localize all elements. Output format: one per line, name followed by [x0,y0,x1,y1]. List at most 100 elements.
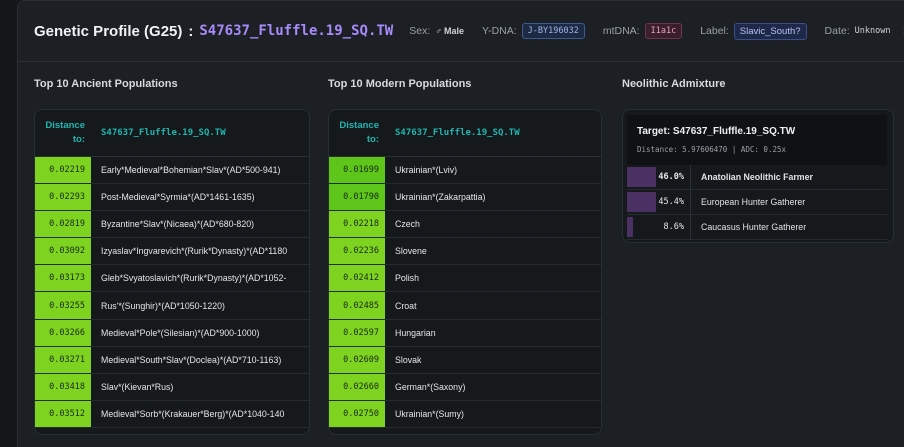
ancient-table-header: Distance to: S47637_Fluffle.19_SQ.TW [35,110,309,157]
sex-value: Male [444,26,465,36]
ancient-table: Distance to: S47637_Fluffle.19_SQ.TW 0.0… [34,109,310,435]
modern-table: Distance to: S47637_Fluffle.19_SQ.TW 0.0… [328,109,602,435]
male-icon: ♂ [435,26,443,36]
admixture-bar [627,192,657,212]
ydna-badge: J-BY196032 [521,23,585,39]
table-row: 0.01790 Ukrainian*(Zakarpattia) [329,184,601,212]
admixture-bar [627,217,633,237]
admixture-population: Anatolian Neolithic Farmer [701,172,813,182]
population-name: Izyaslav*Ingvarevich*(Rurik*Dynasty)*(AD… [101,246,288,257]
population-name: Slovak [395,354,422,365]
distance-cell: 0.02412 [329,265,385,292]
population-name: Hungarian [395,327,436,338]
ancient-rows: 0.02219 Early*Medieval*Bohemian*Slav*(AD*… [35,157,309,428]
admixture-row: 45.4% European Hunter Gatherer [627,190,887,215]
distance-cell: 0.02609 [329,346,385,373]
admixture-bar-cell: 45.4% [627,190,691,214]
table-row: 0.02485 Croat [329,292,601,320]
population-name: Gleb*Svyatoslavich*(Rurik*Dynasty)*(AD*1… [101,273,287,284]
table-row: 0.02236 Slovene [329,238,601,266]
population-name: Rus'*(Sunghir)*(AD*1050-1220) [101,300,225,311]
label-label: Label: [700,25,729,37]
distance-header: Distance to: [45,120,85,145]
distance-cell: 0.01790 [329,184,385,211]
population-name: Byzantine*Slav*(Nicaea)*(AD*680-820) [101,219,255,230]
sample-header: S47637_Fluffle.19_SQ.TW [395,128,520,138]
admixture-distance: Distance: 5.97606470 | ADC: 0.25x [637,145,787,154]
table-row: 0.03266 Medieval*Pole*(Silesian)*(AD*900-… [35,319,309,347]
genetic-profile-modal: Genetic Profile (G25) : S47637_Fluffle.1… [17,0,904,447]
modal-header: Genetic Profile (G25) : S47637_Fluffle.1… [18,1,904,62]
admixture-row: 46.0% Anatolian Neolithic Farmer [627,165,887,190]
date-label: Date: [824,25,850,37]
admixture-percent: 45.4% [658,197,684,207]
population-name: Czech [395,219,420,230]
admixture-percent: 8.6% [663,222,684,232]
population-name: Slovene [395,246,427,257]
table-row: 0.01699 Ukrainian*(Lviv) [329,157,601,185]
table-row: 0.02750 Ukrainian*(Sumy) [329,400,601,428]
population-name: Medieval*Pole*(Silesian)*(AD*900-1000) [101,327,260,338]
population-name: Medieval*Sorb*(Krakauer*Berg)*(AD*1040-1… [101,408,285,419]
population-name: Ukrainian*(Zakarpattia) [395,192,486,203]
distance-cell: 0.03255 [35,292,91,319]
sample-header: S47637_Fluffle.19_SQ.TW [101,128,226,138]
population-name: Post-Medieval*Syrmia*(AD*1461-1635) [101,192,255,203]
distance-cell: 0.03271 [35,346,91,373]
sample-name: S47637_Fluffle.19_SQ.TW [199,23,394,39]
distance-cell: 0.02660 [329,373,385,400]
population-name: Polish [395,273,419,284]
table-row: 0.02819 Byzantine*Slav*(Nicaea)*(AD*680-8… [35,211,309,239]
distance-cell: 0.03512 [35,400,91,427]
population-name: Ukrainian*(Lviv) [395,165,458,176]
label-badge: Slavic_South? [733,22,807,40]
admixture-population: Caucasus Hunter Gatherer [701,222,807,232]
ancient-section-title: Top 10 Ancient Populations [34,78,178,90]
distance-cell: 0.02219 [35,157,91,184]
date-value: Unknown [854,26,891,36]
distance-cell: 0.03092 [35,238,91,265]
table-row: 0.03255 Rus'*(Sunghir)*(AD*1050-1220) [35,292,309,320]
table-row: 0.02660 German*(Saxony) [329,373,601,401]
table-row: 0.03092 Izyaslav*Ingvarevich*(Rurik*Dynas… [35,238,309,266]
table-row: 0.02609 Slovak [329,346,601,374]
title-colon: : [188,22,194,40]
table-row: 0.02597 Hungarian [329,319,601,347]
table-row: 0.02412 Polish [329,265,601,293]
admixture-rows: 46.0% Anatolian Neolithic Farmer 45.4% Euro… [623,165,893,240]
admixture-target: Target: S47637_Fluffle.19_SQ.TW [637,126,796,137]
table-row: 0.02219 Early*Medieval*Bohemian*Slav*(AD*… [35,157,309,185]
admixture-row: 8.6% Caucasus Hunter Gatherer [627,215,887,240]
distance-cell: 0.02293 [35,184,91,211]
population-name: German*(Saxony) [395,381,466,392]
admixture-bar-cell: 8.6% [627,215,691,239]
distance-header: Distance to: [339,120,379,145]
distance-cell: 0.02750 [329,400,385,427]
distance-cell: 0.02485 [329,292,385,319]
mtdna-badge: I1a1c [644,23,683,39]
table-row: 0.03173 Gleb*Svyatoslavich*(Rurik*Dynasty… [35,265,309,293]
population-name: Ukrainian*(Sumy) [395,408,464,419]
admixture-bar-cell: 46.0% [627,165,691,189]
table-row: 0.03271 Medieval*South*Slav*(Doclea)*(AD*… [35,346,309,374]
admixture-percent: 46.0% [658,172,684,182]
distance-cell: 0.03418 [35,373,91,400]
distance-cell: 0.02218 [329,211,385,238]
table-row: 0.03418 Slav*(Kievan*Rus) [35,373,309,401]
distance-cell: 0.02236 [329,238,385,265]
neolithic-section-title: Neolithic Admixture [622,78,726,90]
population-name: Medieval*South*Slav*(Doclea)*(AD*710-116… [101,354,282,365]
mtdna-label: mtDNA: [602,25,640,37]
population-name: Early*Medieval*Bohemian*Slav*(AD*500-941… [101,165,281,176]
admixture-header: Target: S47637_Fluffle.19_SQ.TW Distance… [627,115,887,165]
distance-cell: 0.01699 [329,157,385,184]
admixture-population: European Hunter Gatherer [701,197,806,207]
distance-cell: 0.02597 [329,319,385,346]
admixture-bar [627,167,657,187]
modern-table-header: Distance to: S47637_Fluffle.19_SQ.TW [329,110,601,157]
population-name: Croat [395,300,417,311]
modern-section-title: Top 10 Modern Populations [328,78,472,90]
sex-label: Sex: [409,25,431,37]
table-row: 0.02218 Czech [329,211,601,239]
distance-cell: 0.03266 [35,319,91,346]
